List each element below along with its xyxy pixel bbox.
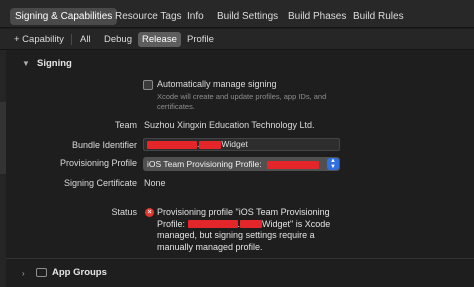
status-label: Status	[111, 207, 137, 217]
provisioning-profile-popup[interactable]: iOS Team Provisioning Profile: ▲ ▼	[143, 157, 340, 171]
tab-signing-capabilities[interactable]: Signing & Capabilities	[10, 8, 118, 25]
provisioning-profile-value: iOS Team Provisioning Profile:	[147, 159, 262, 169]
team-label: Team	[114, 120, 137, 130]
popup-arrows-icon: ▲ ▼	[327, 158, 339, 170]
xcode-signing-panel: Signing & Capabilities Resource Tags Inf…	[0, 0, 474, 287]
editor-tab-bar: Signing & Capabilities Resource Tags Inf…	[0, 0, 474, 28]
bundle-identifier-suffix: Widget	[221, 139, 248, 149]
tab-resource-tags[interactable]: Resource Tags	[110, 8, 187, 25]
chevron-down-icon[interactable]: ▼	[22, 59, 30, 69]
redaction-mark	[199, 140, 222, 149]
app-groups-icon	[36, 268, 47, 277]
section-divider	[6, 258, 474, 259]
filter-divider	[71, 34, 72, 45]
status-line: managed, but signing settings require a	[157, 230, 315, 240]
tab-build-settings[interactable]: Build Settings	[212, 8, 283, 25]
filter-all[interactable]: All	[76, 32, 95, 47]
filter-profile[interactable]: Profile	[183, 32, 218, 47]
auto-manage-signing-label: Automatically manage signing	[157, 79, 277, 89]
signing-section-title: Signing	[37, 58, 72, 69]
tab-build-phases[interactable]: Build Phases	[283, 8, 351, 25]
redaction-mark	[147, 140, 197, 149]
status-message: Provisioning profile "iOS Team Provision…	[157, 207, 357, 253]
signing-certificate-label: Signing Certificate	[63, 178, 137, 188]
chevron-right-icon[interactable]: ›	[22, 269, 25, 279]
status-line: manually managed profile.	[157, 241, 263, 252]
status-line: Profile: . Widget" is Xcode	[157, 218, 331, 229]
redaction-mark	[187, 220, 238, 229]
auto-manage-signing-checkbox[interactable]	[143, 80, 153, 90]
provisioning-profile-label: Provisioning Profile	[59, 158, 137, 168]
tab-build-rules[interactable]: Build Rules	[348, 8, 409, 25]
bundle-identifier-field[interactable]: . Widget	[143, 138, 340, 151]
left-gutter	[0, 50, 6, 287]
auto-manage-signing-help: Xcode will create and update profiles, a…	[157, 92, 327, 111]
configuration-filter-bar: + Capability All Debug Release Profile	[0, 29, 474, 50]
redaction-mark	[240, 220, 263, 229]
redaction-mark	[267, 160, 320, 169]
app-groups-section-title: App Groups	[52, 267, 107, 278]
tab-info[interactable]: Info	[182, 8, 209, 25]
status-line: Provisioning profile "iOS Team Provision…	[157, 207, 330, 217]
signing-certificate-value: None	[144, 178, 166, 188]
error-icon: ×	[145, 208, 154, 217]
filter-release[interactable]: Release	[138, 32, 181, 47]
bundle-identifier-label: Bundle Identifier	[71, 140, 137, 150]
team-value[interactable]: Suzhou Xingxin Education Technology Ltd.	[144, 120, 314, 130]
filter-debug[interactable]: Debug	[100, 32, 136, 47]
add-capability-button[interactable]: + Capability	[10, 32, 68, 47]
